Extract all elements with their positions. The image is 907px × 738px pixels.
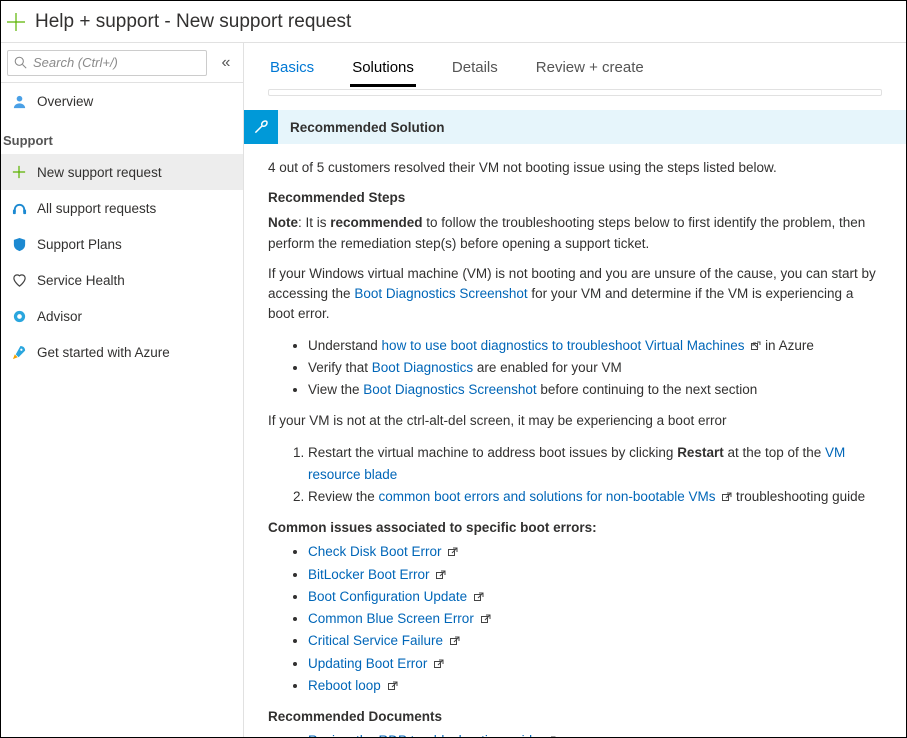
external-link-icon xyxy=(751,341,761,351)
sidebar-section-support: Support xyxy=(1,119,243,154)
external-link-icon xyxy=(722,492,732,502)
intro-text: 4 out of 5 customers resolved their VM n… xyxy=(268,158,882,178)
list-item: Review the common boot errors and soluti… xyxy=(308,486,882,508)
link-updating-boot-error[interactable]: Updating Boot Error xyxy=(308,656,427,671)
sidebar-item-service-health[interactable]: Service Health xyxy=(1,262,243,298)
list-item: Understand how to use boot diagnostics t… xyxy=(308,335,882,357)
sidebar-item-label: Advisor xyxy=(37,309,82,324)
sidebar-item-label: Get started with Azure xyxy=(37,345,170,360)
external-link-icon xyxy=(434,659,444,669)
link-rdp-troubleshooting-guide[interactable]: Review the RDP troubleshooting guide xyxy=(308,733,540,737)
recommended-steps-heading: Recommended Steps xyxy=(268,190,882,205)
external-link-icon xyxy=(450,636,460,646)
windows-paragraph: If your Windows virtual machine (VM) is … xyxy=(268,264,882,325)
advisor-icon xyxy=(11,308,27,324)
list-item: Critical Service Failure xyxy=(308,630,882,652)
external-link-icon xyxy=(474,592,484,602)
list-item: Common Blue Screen Error xyxy=(308,608,882,630)
person-icon xyxy=(11,93,27,109)
link-bitlocker-boot-error[interactable]: BitLocker Boot Error xyxy=(308,567,430,582)
sidebar-item-label: Service Health xyxy=(37,273,125,288)
banner-title: Recommended Solution xyxy=(278,110,445,144)
link-boot-configuration-update[interactable]: Boot Configuration Update xyxy=(308,589,467,604)
link-common-boot-errors[interactable]: common boot errors and solutions for non… xyxy=(379,489,716,504)
search-input[interactable]: Search (Ctrl+/) xyxy=(7,50,207,76)
list-item: Reboot loop xyxy=(308,675,882,697)
common-issues-list: Check Disk Boot Error BitLocker Boot Err… xyxy=(308,541,882,697)
wrench-icon xyxy=(244,110,278,144)
note-label: Note xyxy=(268,215,298,230)
collapsed-panel[interactable] xyxy=(268,89,882,96)
recommended-documents-list: Review the RDP troubleshooting guide Acc… xyxy=(308,730,882,737)
sidebar-item-label: All support requests xyxy=(37,201,156,216)
sidebar: Search (Ctrl+/) « Overview Support New s… xyxy=(1,43,244,737)
sidebar-item-overview[interactable]: Overview xyxy=(1,83,243,119)
list-item: BitLocker Boot Error xyxy=(308,564,882,586)
search-placeholder: Search (Ctrl+/) xyxy=(33,55,200,70)
recommended-documents-heading: Recommended Documents xyxy=(268,709,882,724)
restart-steps: Restart the virtual machine to address b… xyxy=(308,442,882,509)
link-how-to-use-boot-diagnostics[interactable]: how to use boot diagnostics to troublesh… xyxy=(382,338,745,353)
list-item: Check Disk Boot Error xyxy=(308,541,882,563)
page-title: Help + support - New support request xyxy=(35,11,351,33)
main-content: Basics Solutions Details Review + create… xyxy=(244,43,906,737)
ctrl-alt-del-paragraph: If your VM is not at the ctrl-alt-del sc… xyxy=(268,411,882,431)
search-row: Search (Ctrl+/) « xyxy=(1,43,243,83)
list-item: Boot Configuration Update xyxy=(308,586,882,608)
sidebar-item-label: Overview xyxy=(37,94,93,109)
sidebar-item-all-support-requests[interactable]: All support requests xyxy=(1,190,243,226)
tab-solutions[interactable]: Solutions xyxy=(350,49,416,87)
plus-icon xyxy=(11,164,27,180)
link-boot-diagnostics[interactable]: Boot Diagnostics xyxy=(372,360,473,375)
external-link-icon xyxy=(546,736,556,737)
sidebar-item-label: New support request xyxy=(37,165,162,180)
solution-content: 4 out of 5 customers resolved their VM n… xyxy=(244,150,906,737)
link-critical-service-failure[interactable]: Critical Service Failure xyxy=(308,633,443,648)
tab-review-create[interactable]: Review + create xyxy=(534,49,646,87)
heart-icon xyxy=(11,272,27,288)
sidebar-item-get-started[interactable]: Get started with Azure xyxy=(1,334,243,370)
list-item: Restart the virtual machine to address b… xyxy=(308,442,882,487)
link-common-blue-screen-error[interactable]: Common Blue Screen Error xyxy=(308,611,474,626)
headset-icon xyxy=(11,200,27,216)
external-link-icon xyxy=(448,547,458,557)
understand-list: Understand how to use boot diagnostics t… xyxy=(308,335,882,402)
search-icon xyxy=(14,56,27,69)
list-item: Review the RDP troubleshooting guide xyxy=(308,730,882,737)
list-item: View the Boot Diagnostics Screenshot bef… xyxy=(308,379,882,401)
recommended-solution-banner: Recommended Solution xyxy=(244,110,906,144)
tab-details[interactable]: Details xyxy=(450,49,500,87)
plus-icon xyxy=(3,9,29,35)
note-paragraph: Note: It is recommended to follow the tr… xyxy=(268,213,882,254)
common-issues-heading: Common issues associated to specific boo… xyxy=(268,520,882,535)
link-reboot-loop[interactable]: Reboot loop xyxy=(308,678,381,693)
list-item: Verify that Boot Diagnostics are enabled… xyxy=(308,357,882,379)
shield-icon xyxy=(11,236,27,252)
external-link-icon xyxy=(388,681,398,691)
tab-basics[interactable]: Basics xyxy=(268,49,316,87)
link-boot-diagnostics-screenshot[interactable]: Boot Diagnostics Screenshot xyxy=(354,286,527,301)
link-boot-diagnostics-screenshot-2[interactable]: Boot Diagnostics Screenshot xyxy=(363,382,536,397)
sidebar-item-new-support-request[interactable]: New support request xyxy=(1,154,243,190)
rocket-icon xyxy=(11,344,27,360)
list-item: Updating Boot Error xyxy=(308,653,882,675)
sidebar-item-label: Support Plans xyxy=(37,237,122,252)
link-check-disk-boot-error[interactable]: Check Disk Boot Error xyxy=(308,544,442,559)
external-link-icon xyxy=(481,614,491,624)
page-header: Help + support - New support request xyxy=(1,1,906,43)
external-link-icon xyxy=(436,570,446,580)
collapse-sidebar-button[interactable]: « xyxy=(215,54,237,72)
sidebar-item-support-plans[interactable]: Support Plans xyxy=(1,226,243,262)
tab-bar: Basics Solutions Details Review + create xyxy=(244,43,906,87)
sidebar-item-advisor[interactable]: Advisor xyxy=(1,298,243,334)
